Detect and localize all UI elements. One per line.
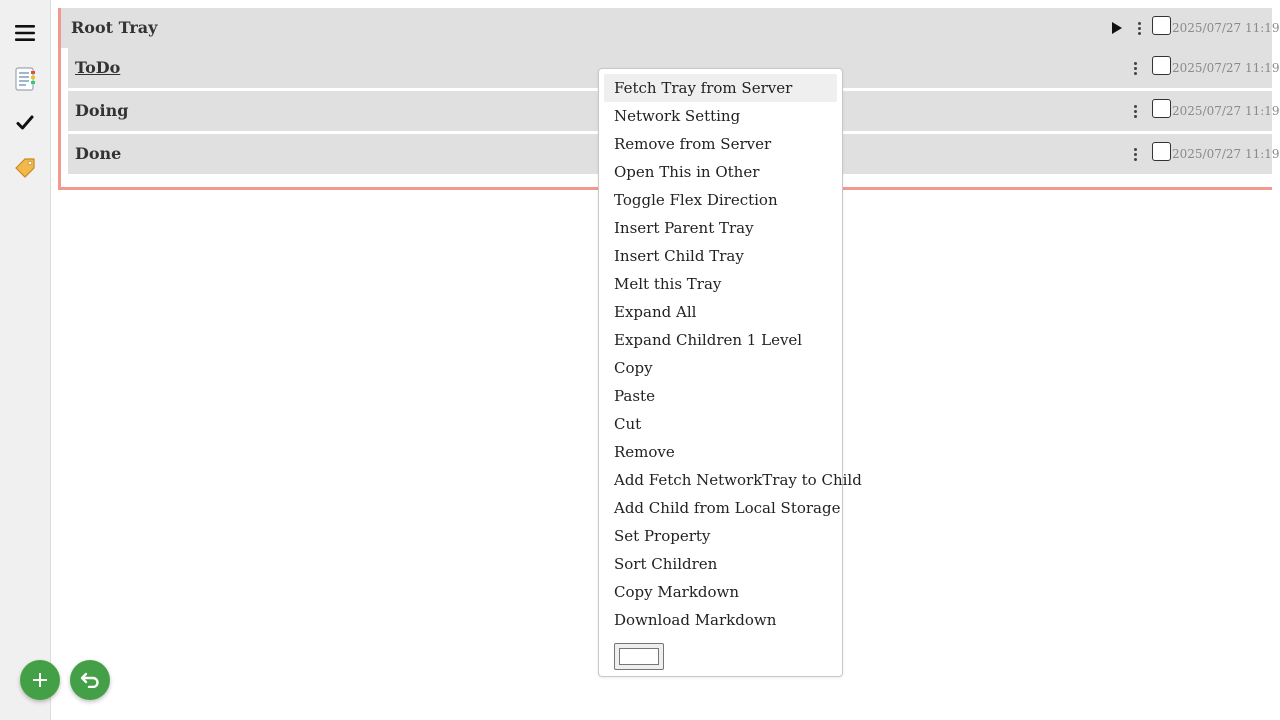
menu-item-fetch-tray[interactable]: Fetch Tray from Server (604, 74, 837, 102)
color-picker-input[interactable] (614, 643, 664, 670)
menu-item-remove[interactable]: Remove (604, 438, 837, 466)
menu-item-download-markdown[interactable]: Download Markdown (604, 606, 837, 634)
context-menu: Fetch Tray from Server Network Setting R… (598, 68, 862, 677)
menu-item-sort-children[interactable]: Sort Children (604, 550, 837, 578)
timestamp: 2025/07/27 11:19 (1172, 21, 1280, 35)
check-mark-icon (16, 115, 34, 130)
child-tray-title[interactable]: Doing (75, 91, 128, 131)
menu-item-toggle-flex[interactable]: Toggle Flex Direction (604, 186, 837, 214)
timestamp: 2025/07/27 11:19 (1172, 104, 1280, 118)
done-checkbox[interactable] (1152, 56, 1171, 75)
done-filter-button[interactable] (0, 105, 50, 141)
bookmark-tabs-icon (15, 67, 35, 91)
timestamp: 2025/07/27 11:19 (1172, 61, 1280, 75)
back-button[interactable] (70, 660, 110, 700)
menu-item-copy-markdown[interactable]: Copy Markdown (604, 578, 837, 606)
hamburger-menu-icon (15, 25, 35, 41)
sidebar (0, 0, 51, 720)
menu-item-copy[interactable]: Copy (604, 354, 837, 382)
kebab-menu-icon[interactable] (1132, 18, 1146, 38)
menu-item-add-from-local[interactable]: Add Child from Local Storage (604, 494, 840, 522)
tags-button[interactable] (0, 150, 50, 186)
child-tray-title[interactable]: ToDo (75, 48, 120, 88)
menu-item-cut[interactable]: Cut (604, 410, 837, 438)
return-arrow-icon (80, 672, 99, 688)
menu-item-set-property[interactable]: Set Property (604, 522, 837, 550)
menu-item-remove-from-server[interactable]: Remove from Server (604, 130, 837, 158)
menu-item-expand-children[interactable]: Expand Children 1 Level (604, 326, 837, 354)
child-tray-title[interactable]: Done (75, 134, 121, 174)
root-tray-title[interactable]: Root Tray (71, 8, 157, 48)
timestamp: 2025/07/27 11:19 (1172, 147, 1280, 161)
menu-item-melt[interactable]: Melt this Tray (604, 270, 837, 298)
done-checkbox[interactable] (1152, 142, 1171, 161)
menu-item-paste[interactable]: Paste (604, 382, 837, 410)
menu-item-insert-parent[interactable]: Insert Parent Tray (604, 214, 837, 242)
notes-button[interactable] (0, 61, 50, 97)
label-tag-icon (15, 158, 35, 178)
menu-item-insert-child[interactable]: Insert Child Tray (604, 242, 837, 270)
hamburger-menu-button[interactable] (0, 15, 50, 51)
play-icon[interactable] (1112, 22, 1122, 34)
kebab-menu-icon[interactable] (1128, 144, 1142, 164)
done-checkbox[interactable] (1152, 99, 1171, 118)
kebab-menu-icon[interactable] (1128, 101, 1142, 121)
add-tray-button[interactable] (20, 660, 60, 700)
menu-item-open-in-other[interactable]: Open This in Other (604, 158, 837, 186)
color-swatch (619, 648, 659, 665)
menu-item-expand-all[interactable]: Expand All (604, 298, 837, 326)
done-checkbox[interactable] (1152, 16, 1171, 35)
kebab-menu-icon[interactable] (1128, 58, 1142, 78)
root-tray-header[interactable]: Root Tray 2025/07/27 11:19 (61, 8, 1280, 48)
menu-item-network-setting[interactable]: Network Setting (604, 102, 837, 130)
plus-icon (33, 673, 47, 687)
menu-item-add-network-tray[interactable]: Add Fetch NetworkTray to Child (604, 466, 862, 494)
